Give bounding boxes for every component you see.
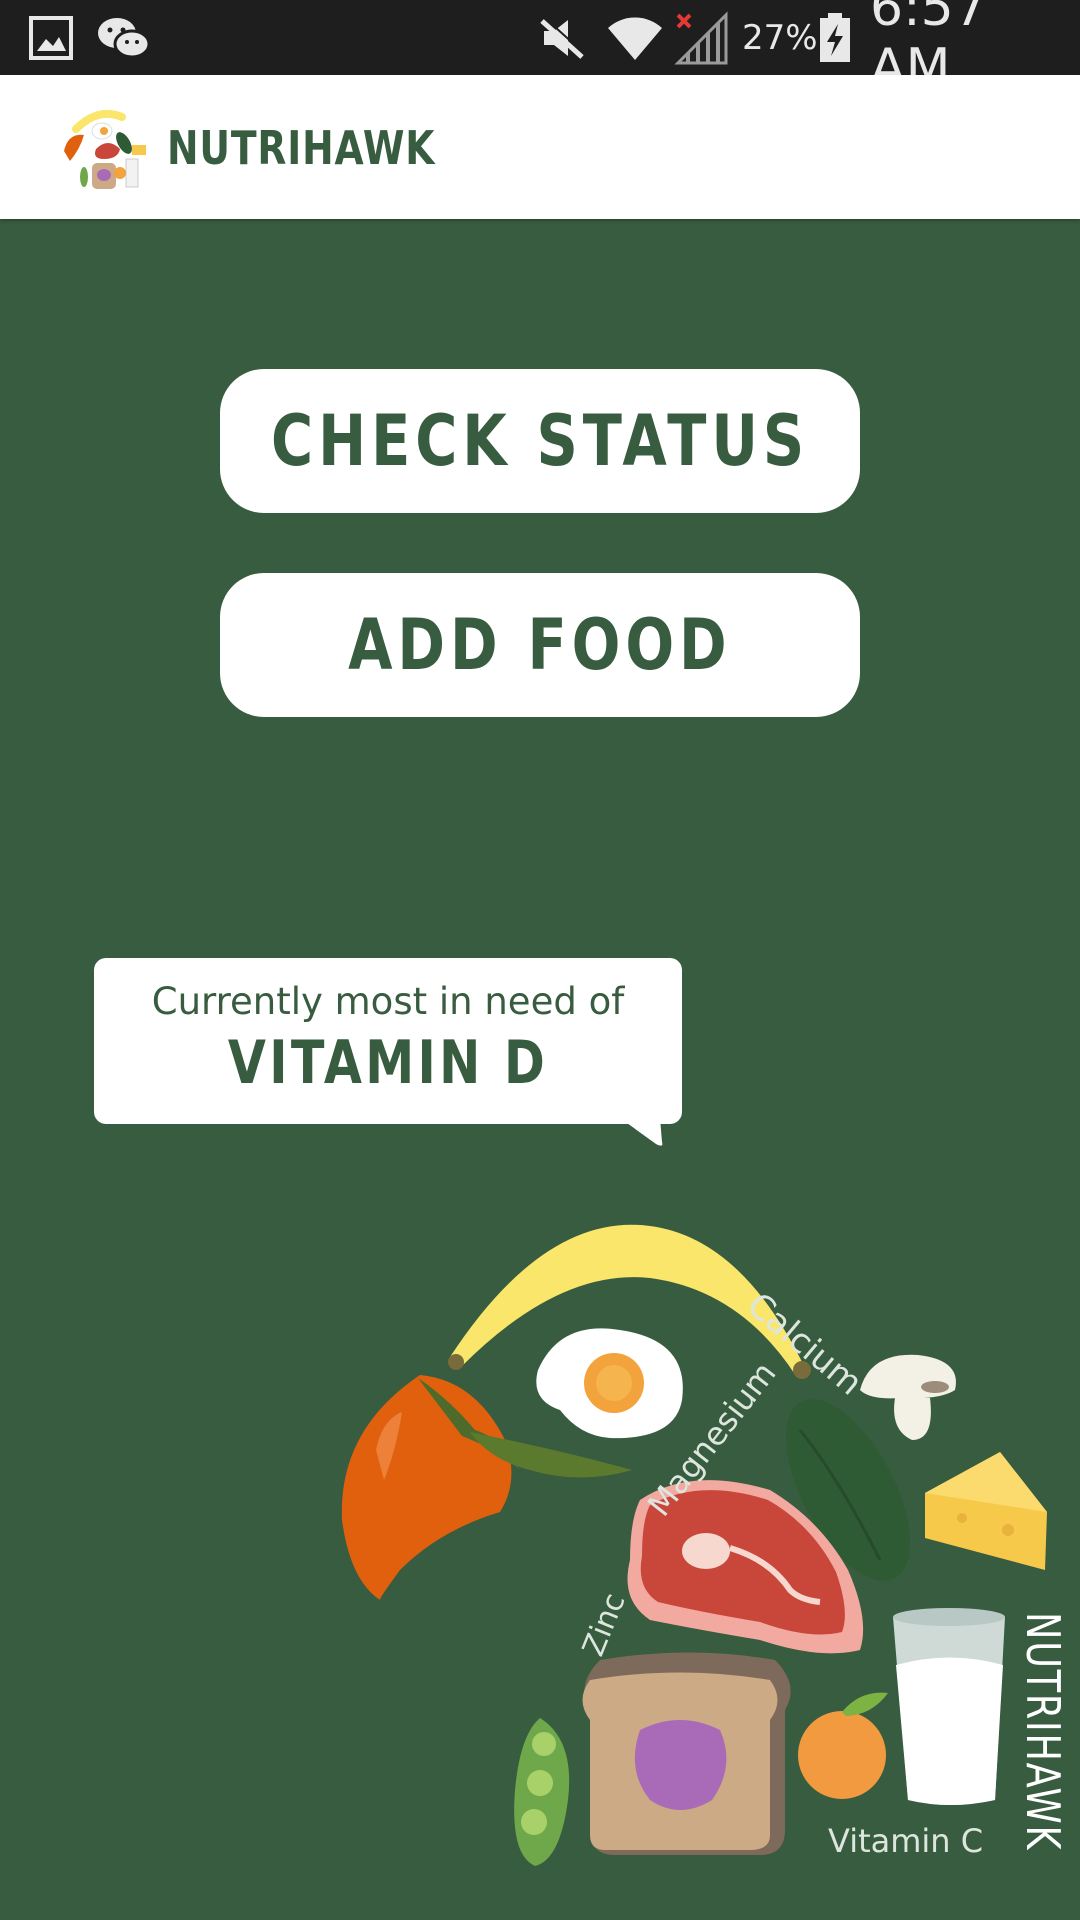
add-food-label: ADD FOOD bbox=[348, 604, 732, 686]
bread-crust-shape bbox=[584, 1652, 791, 1855]
app-bar: NUTRIHAWK bbox=[0, 75, 1080, 219]
bubble-tail bbox=[620, 1118, 663, 1146]
signal-icon bbox=[674, 0, 730, 75]
cucumber-shape bbox=[785, 1399, 911, 1581]
add-food-button[interactable]: ADD FOOD bbox=[220, 573, 860, 717]
wechat-icon bbox=[96, 0, 152, 75]
wifi-icon bbox=[606, 0, 664, 75]
nutrihawk-logo bbox=[58, 103, 158, 195]
brand-vertical-label: NUTRIHAWK bbox=[1016, 1612, 1070, 1852]
clock: 6:57 AM bbox=[870, 0, 987, 98]
mushroom-shape bbox=[860, 1354, 956, 1399]
magnesium-label: Magnesium bbox=[640, 1354, 784, 1524]
nutrient-need-bubble: Currently most in need of VITAMIN D bbox=[94, 958, 682, 1124]
cheese-shape bbox=[925, 1452, 1047, 1570]
vitamin-c-label: Vitamin C bbox=[828, 1822, 984, 1860]
jelly-shape bbox=[634, 1720, 727, 1810]
zinc-label: Zinc bbox=[576, 1588, 633, 1662]
check-status-button[interactable]: CHECK STATUS bbox=[220, 369, 860, 513]
orange-shape bbox=[798, 1711, 886, 1799]
battery-icon bbox=[818, 0, 852, 75]
pepper-shape bbox=[341, 1375, 512, 1600]
mute-icon bbox=[538, 0, 588, 75]
gallery-icon bbox=[28, 0, 74, 75]
egg-shape bbox=[536, 1328, 683, 1439]
need-subtitle: Currently most in need of bbox=[151, 980, 625, 1023]
milk-glass-shape bbox=[893, 1617, 1005, 1805]
app-title: NUTRIHAWK bbox=[167, 121, 436, 175]
check-status-label: CHECK STATUS bbox=[270, 400, 810, 482]
battery-percent: 27% bbox=[742, 17, 818, 58]
needed-nutrient: VITAMIN D bbox=[227, 1028, 549, 1098]
status-bar: 27% 6:57 AM bbox=[0, 0, 1080, 98]
peas-shape bbox=[514, 1718, 570, 1866]
